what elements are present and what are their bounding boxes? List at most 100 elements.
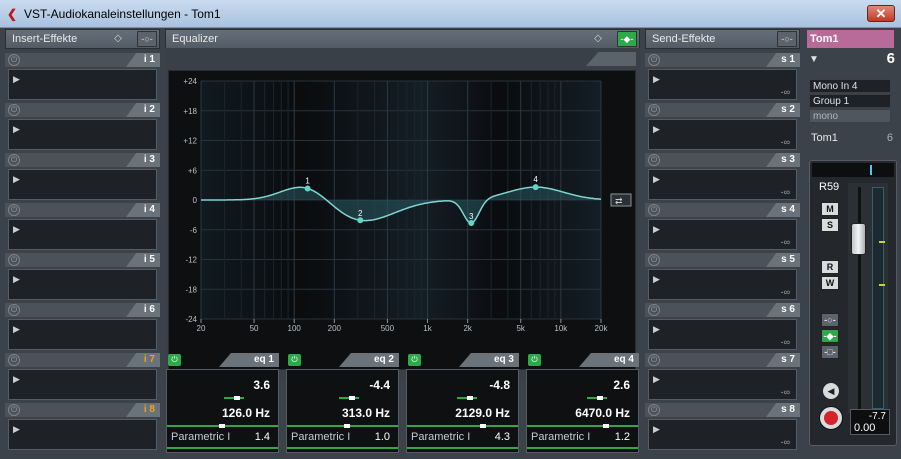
- eq-gain[interactable]: -4.8: [489, 378, 510, 392]
- bypass-eq-icon[interactable]: -◆-: [821, 329, 839, 343]
- slot-body[interactable]: ▶ -∞: [648, 219, 797, 250]
- bypass-send-icon[interactable]: -□-: [821, 345, 839, 359]
- freq-slider[interactable]: [527, 425, 638, 427]
- freq-knob[interactable]: [480, 424, 486, 428]
- gain-knob[interactable]: [349, 396, 355, 400]
- power-icon[interactable]: ⏻: [8, 104, 20, 116]
- slot-body[interactable]: ▶ -∞: [648, 269, 797, 300]
- volume-value[interactable]: 0.00: [854, 422, 875, 434]
- eq-q[interactable]: 1.4: [255, 431, 270, 443]
- eq-graph[interactable]: 1 2 3 4 +24 +18 +12 +6 0 -6 -12 -18 -24 20 50 100 200 5…: [168, 70, 636, 370]
- slot-body[interactable]: ▶: [8, 69, 157, 100]
- eq-frequency[interactable]: 2129.0 Hz: [455, 406, 510, 420]
- play-icon[interactable]: ▶: [653, 124, 660, 135]
- send-slot[interactable]: ⏻ s 8 ▶ -∞: [645, 403, 800, 453]
- send-bypass-button[interactable]: -○-: [777, 31, 797, 47]
- play-icon[interactable]: ▶: [13, 174, 20, 185]
- gain-knob[interactable]: [234, 396, 240, 400]
- eq-frequency[interactable]: 6470.0 Hz: [575, 406, 630, 420]
- slot-body[interactable]: ▶: [8, 419, 157, 450]
- eq-frequency[interactable]: 126.0 Hz: [222, 406, 270, 420]
- monitor-icon[interactable]: ◀: [823, 383, 839, 399]
- bypass-insert-icon[interactable]: -○-: [821, 313, 839, 327]
- play-icon[interactable]: ▶: [13, 274, 20, 285]
- solo-button[interactable]: S: [821, 218, 839, 232]
- send-slot[interactable]: ⏻ s 1 ▶ -∞: [645, 53, 800, 103]
- record-button[interactable]: [819, 406, 843, 430]
- pan-display[interactable]: [812, 163, 894, 177]
- slot-body[interactable]: ▶: [8, 219, 157, 250]
- play-icon[interactable]: ▶: [653, 174, 660, 185]
- play-icon[interactable]: ▶: [653, 424, 660, 435]
- eq-type[interactable]: Parametric I: [171, 431, 230, 443]
- send-slot[interactable]: ⏻ s 4 ▶ -∞: [645, 203, 800, 253]
- power-icon[interactable]: ⏻: [648, 54, 660, 66]
- slot-body[interactable]: ▶: [8, 319, 157, 350]
- play-icon[interactable]: ▶: [13, 224, 20, 235]
- input-routing[interactable]: Mono In 4: [809, 79, 891, 93]
- channel-dropdown-icon[interactable]: ▼: [809, 54, 819, 65]
- gain-knob[interactable]: [597, 396, 603, 400]
- eq-gain[interactable]: -4.4: [369, 378, 390, 392]
- q-slider[interactable]: [407, 447, 518, 449]
- send-slot[interactable]: ⏻ s 6 ▶ -∞: [645, 303, 800, 353]
- insert-slot[interactable]: ⏻ i 3 ▶: [5, 153, 160, 203]
- eq-q[interactable]: 1.2: [615, 431, 630, 443]
- eq-type[interactable]: Parametric I: [531, 431, 590, 443]
- freq-slider[interactable]: [407, 425, 518, 427]
- insert-slot[interactable]: ⏻ i 5 ▶: [5, 253, 160, 303]
- eq-frequency[interactable]: 313.0 Hz: [342, 406, 390, 420]
- play-icon[interactable]: ▶: [653, 224, 660, 235]
- slot-body[interactable]: ▶: [8, 169, 157, 200]
- slot-body[interactable]: ▶ -∞: [648, 119, 797, 150]
- insert-slot[interactable]: ⏻ i 6 ▶: [5, 303, 160, 353]
- insert-slot[interactable]: ⏻ i 4 ▶: [5, 203, 160, 253]
- gain-knob[interactable]: [467, 396, 473, 400]
- channel-name[interactable]: Tom1: [807, 30, 894, 48]
- play-icon[interactable]: ▶: [13, 124, 20, 135]
- power-icon[interactable]: ⏻: [8, 54, 20, 66]
- read-button[interactable]: R: [821, 260, 839, 274]
- slot-body[interactable]: ▶ -∞: [648, 419, 797, 450]
- q-slider[interactable]: [527, 447, 638, 449]
- power-icon[interactable]: ⏻: [648, 154, 660, 166]
- play-icon[interactable]: ▶: [653, 374, 660, 385]
- q-slider[interactable]: [167, 447, 278, 449]
- send-slot[interactable]: ⏻ s 3 ▶ -∞: [645, 153, 800, 203]
- eq-band-power-icon[interactable]: ⏻: [168, 354, 181, 366]
- power-icon[interactable]: ⏻: [648, 404, 660, 416]
- send-slot[interactable]: ⏻ s 5 ▶ -∞: [645, 253, 800, 303]
- power-icon[interactable]: ⏻: [8, 204, 20, 216]
- send-slot[interactable]: ⏻ s 7 ▶ -∞: [645, 353, 800, 403]
- mute-button[interactable]: M: [821, 202, 839, 216]
- power-icon[interactable]: ⏻: [648, 104, 660, 116]
- fader-knob[interactable]: [851, 223, 866, 255]
- eq-curve-tab[interactable]: [586, 52, 636, 66]
- write-button[interactable]: W: [821, 276, 839, 290]
- eq-point[interactable]: [532, 184, 539, 191]
- play-icon[interactable]: ▶: [653, 274, 660, 285]
- fader-track[interactable]: [848, 183, 888, 413]
- insert-slot[interactable]: ⏻ i 7 ▶: [5, 353, 160, 403]
- eq-diamond-icon[interactable]: ◇: [591, 33, 605, 45]
- eq-curve-svg[interactable]: 1 2 3 4 +24 +18 +12 +6 0 -6 -12 -18 -24 20 50 100 200 5…: [169, 71, 635, 369]
- send-slot[interactable]: ⏻ s 2 ▶ -∞: [645, 103, 800, 153]
- slot-body[interactable]: ▶: [8, 369, 157, 400]
- slot-body[interactable]: ▶ -∞: [648, 169, 797, 200]
- play-icon[interactable]: ▶: [13, 324, 20, 335]
- power-icon[interactable]: ⏻: [648, 354, 660, 366]
- freq-knob[interactable]: [344, 424, 350, 428]
- insert-bypass-button[interactable]: -○-: [137, 31, 157, 47]
- close-button[interactable]: ✕: [867, 5, 895, 22]
- power-icon[interactable]: ⏻: [8, 254, 20, 266]
- eq-point[interactable]: [304, 185, 311, 192]
- eq-q[interactable]: 4.3: [495, 431, 510, 443]
- eq-type[interactable]: Parametric I: [411, 431, 470, 443]
- eq-enable-button[interactable]: -◆-: [617, 31, 637, 47]
- eq-type[interactable]: Parametric I: [291, 431, 350, 443]
- freq-knob[interactable]: [603, 424, 609, 428]
- power-icon[interactable]: ⏻: [8, 154, 20, 166]
- power-icon[interactable]: ⏻: [8, 354, 20, 366]
- eq-band-power-icon[interactable]: ⏻: [288, 354, 301, 366]
- slot-body[interactable]: ▶: [8, 269, 157, 300]
